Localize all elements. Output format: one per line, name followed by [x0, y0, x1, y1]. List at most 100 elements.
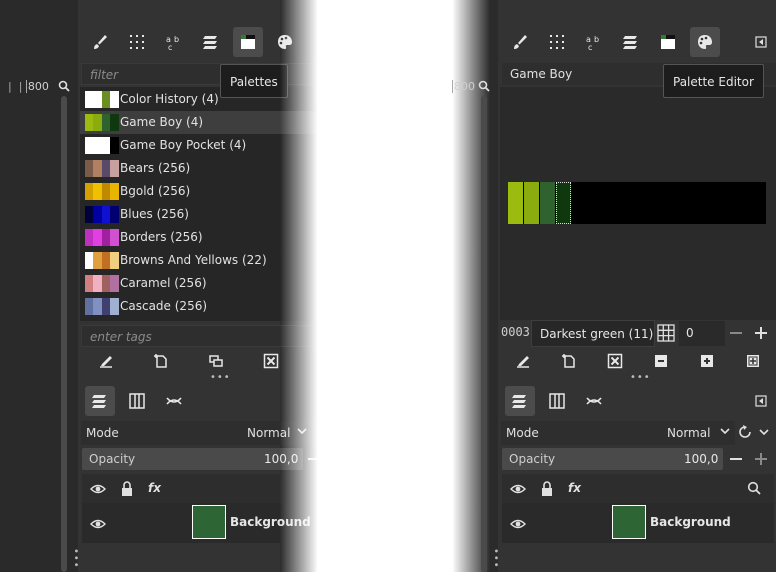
palette-preview	[85, 160, 119, 177]
palette-preview	[85, 137, 119, 154]
tab-fonts[interactable]: abc	[579, 27, 609, 57]
tab-paths[interactable]	[159, 386, 189, 416]
opacity-slider[interactable]: Opacity 100,0	[502, 448, 723, 470]
palette-preview-color	[109, 160, 119, 177]
columns-grid-icon	[657, 324, 675, 345]
stack-icon	[202, 33, 220, 51]
new-document-icon	[153, 353, 169, 372]
tab-layers[interactable]	[505, 386, 535, 416]
columns-increase-button[interactable]	[754, 326, 768, 343]
columns-decrease-button[interactable]	[729, 326, 743, 343]
opacity-label: Opacity	[509, 452, 556, 466]
tab-brushes[interactable]	[85, 27, 115, 57]
palette-color-swatch[interactable]	[540, 182, 555, 224]
edit-icon	[515, 353, 531, 372]
layer-row[interactable]: Background	[82, 503, 311, 543]
palette-color-swatch[interactable]	[524, 182, 539, 224]
color-name-field[interactable]: Darkest green (11)	[531, 320, 655, 347]
chevron-down-icon	[719, 425, 731, 440]
opacity-value[interactable]: 100,0	[684, 452, 718, 466]
palette-preview	[85, 298, 119, 315]
tab-channels[interactable]	[542, 386, 572, 416]
stack-icon	[622, 33, 640, 51]
undo-icon	[738, 425, 772, 443]
tab-channels[interactable]	[122, 386, 152, 416]
minus-icon	[729, 454, 743, 468]
palette-color-swatch[interactable]	[508, 182, 523, 224]
fx-icon: fx	[568, 481, 581, 495]
dock-menu-button[interactable]	[746, 27, 776, 57]
layer-search-icon[interactable]	[747, 481, 761, 498]
tab-document-history[interactable]	[196, 27, 226, 57]
tooltip-palettes: Palettes	[220, 64, 288, 98]
palette-preview-color	[109, 114, 119, 131]
tab-palette-editor[interactable]	[690, 27, 720, 57]
palette-preview	[85, 206, 119, 223]
palette-preview-color	[109, 206, 119, 223]
opacity-slider[interactable]: Opacity 100,0	[82, 448, 303, 470]
tab-palettes[interactable]	[653, 27, 683, 57]
mode-label: Mode	[86, 426, 119, 440]
visibility-column-icon	[90, 482, 106, 499]
tab-brushes[interactable]	[505, 27, 535, 57]
dock-menu-button[interactable]	[746, 386, 776, 416]
columns-value: 0	[686, 326, 694, 340]
channels-icon	[128, 392, 146, 410]
delete-icon	[263, 353, 279, 372]
palette-preview-color	[109, 252, 119, 269]
tab-patterns[interactable]	[122, 27, 152, 57]
zoom-all-icon	[746, 354, 760, 371]
mode-value[interactable]: Normal	[667, 426, 710, 440]
canvas-scrollbar-left[interactable]	[61, 96, 67, 572]
layer-row[interactable]: Background	[502, 503, 774, 543]
opacity-decrease-button[interactable]	[729, 453, 743, 468]
eye-icon[interactable]	[510, 517, 526, 534]
tab-patterns[interactable]	[542, 27, 572, 57]
tab-fonts[interactable]: abc	[159, 27, 189, 57]
opacity-label: Opacity	[89, 452, 136, 466]
edit-palette-button[interactable]	[96, 352, 116, 372]
patterns-icon	[548, 33, 566, 51]
reset-mode-button[interactable]	[738, 424, 772, 443]
delete-color-button[interactable]	[605, 352, 625, 372]
eye-icon[interactable]	[90, 517, 106, 534]
zoom-icon[interactable]	[478, 80, 490, 95]
dock-side-handle-right[interactable]: •••	[490, 548, 501, 569]
svg-text:b: b	[594, 35, 599, 44]
dock-side-handle-left[interactable]: •••	[70, 548, 81, 569]
palette-list-item-label: Browns And Yellows (22)	[120, 253, 267, 267]
zoom-all-button[interactable]	[743, 352, 763, 372]
ruler-label: 800	[452, 80, 475, 93]
zoom-icon[interactable]	[58, 80, 70, 95]
palette-editor-view	[500, 87, 776, 320]
edit-color-button[interactable]	[513, 352, 533, 372]
opacity-increase-button[interactable]	[754, 452, 768, 469]
palette-color-swatch[interactable]	[556, 182, 571, 224]
canvas-scrollbar-right[interactable]	[481, 96, 487, 572]
columns-spinbox[interactable]: 0	[679, 321, 725, 346]
palette-name: Game Boy	[510, 67, 573, 81]
tab-paths[interactable]	[579, 386, 609, 416]
tab-menu-icon	[755, 36, 767, 48]
zoom-in-button[interactable]	[697, 352, 717, 372]
layer-mode-row[interactable]: Mode Normal	[501, 421, 735, 445]
ruler-label: 800	[25, 80, 49, 93]
pane-resize-handle[interactable]: •••	[210, 372, 231, 383]
palette-list-item-label: Cascade (256)	[120, 299, 208, 313]
palette-preview	[85, 183, 119, 200]
layers-icon	[91, 392, 109, 410]
delete-palette-button[interactable]	[261, 352, 281, 372]
palette-list-item-label: Bgold (256)	[120, 184, 191, 198]
zoom-out-button[interactable]	[651, 352, 671, 372]
new-palette-button[interactable]	[151, 352, 171, 372]
palette-editor-icon	[696, 33, 714, 51]
lock-icon	[120, 481, 134, 500]
tab-palettes[interactable]	[233, 27, 263, 57]
pane-resize-handle[interactable]: •••	[630, 372, 651, 383]
channels-icon	[548, 392, 566, 410]
brush-icon	[511, 33, 529, 51]
new-color-button[interactable]	[559, 352, 579, 372]
duplicate-palette-button[interactable]	[206, 352, 226, 372]
tab-document-history[interactable]	[616, 27, 646, 57]
tab-layers[interactable]	[85, 386, 115, 416]
